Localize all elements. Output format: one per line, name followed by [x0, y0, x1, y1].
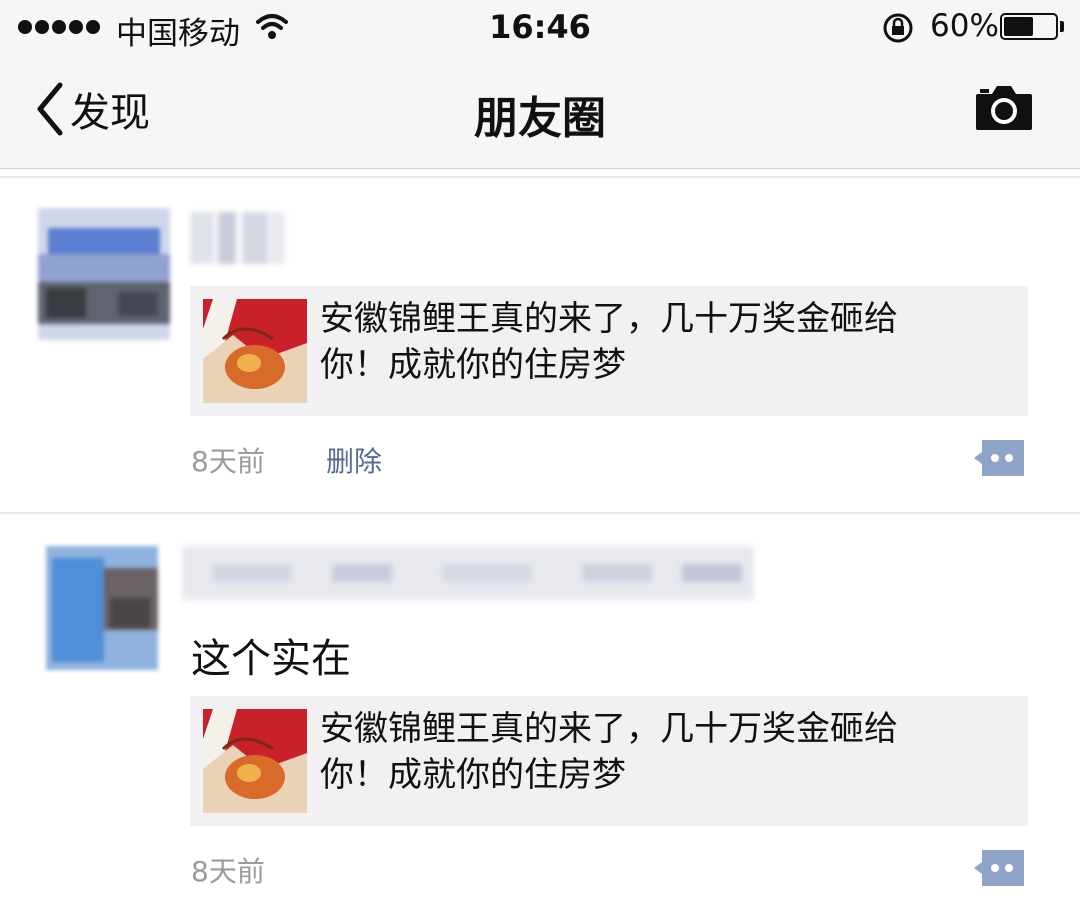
post-time: 8天前 — [191, 855, 265, 888]
nav-bar: 发现 朋友圈 — [0, 58, 1080, 169]
moment-post: 这个实在 安徽锦鲤王真的来了，几十万奖金砸给 你！成就你的住房梦 8天前 — [0, 514, 1080, 907]
comment-icon[interactable] — [974, 438, 1026, 478]
moment-post: 安徽锦鲤王真的来了，几十万奖金砸给 你！成就你的住房梦 8天前 删除 — [0, 178, 1080, 512]
link-title: 安徽锦鲤王真的来了，几十万奖金砸给 你！成就你的住房梦 — [320, 709, 898, 795]
avatar[interactable] — [46, 546, 158, 670]
clock: 16:46 — [489, 8, 591, 46]
rotation-lock-icon — [883, 13, 913, 43]
user-name[interactable] — [190, 212, 286, 264]
status-bar: 中国移动 16:46 60% — [0, 0, 1080, 58]
article-thumbnail — [203, 709, 307, 813]
post-time: 8天前 — [191, 445, 265, 478]
camera-icon[interactable] — [974, 82, 1034, 132]
link-card[interactable]: 安徽锦鲤王真的来了，几十万奖金砸给 你！成就你的住房梦 — [190, 696, 1028, 826]
link-title: 安徽锦鲤王真的来了，几十万奖金砸给 你！成就你的住房梦 — [320, 299, 898, 385]
post-text: 这个实在 — [191, 636, 351, 682]
article-thumbnail — [203, 299, 307, 403]
comment-icon[interactable] — [974, 848, 1026, 888]
user-name[interactable] — [182, 546, 754, 600]
battery-icon — [1000, 13, 1058, 40]
battery-percent: 60% — [930, 8, 999, 44]
delete-button[interactable]: 删除 — [326, 440, 382, 480]
avatar[interactable] — [38, 208, 170, 340]
page-title: 朋友圈 — [474, 93, 606, 144]
link-card[interactable]: 安徽锦鲤王真的来了，几十万奖金砸给 你！成就你的住房梦 — [190, 286, 1028, 416]
battery-fill — [1004, 17, 1033, 36]
battery-tip — [1060, 21, 1064, 32]
